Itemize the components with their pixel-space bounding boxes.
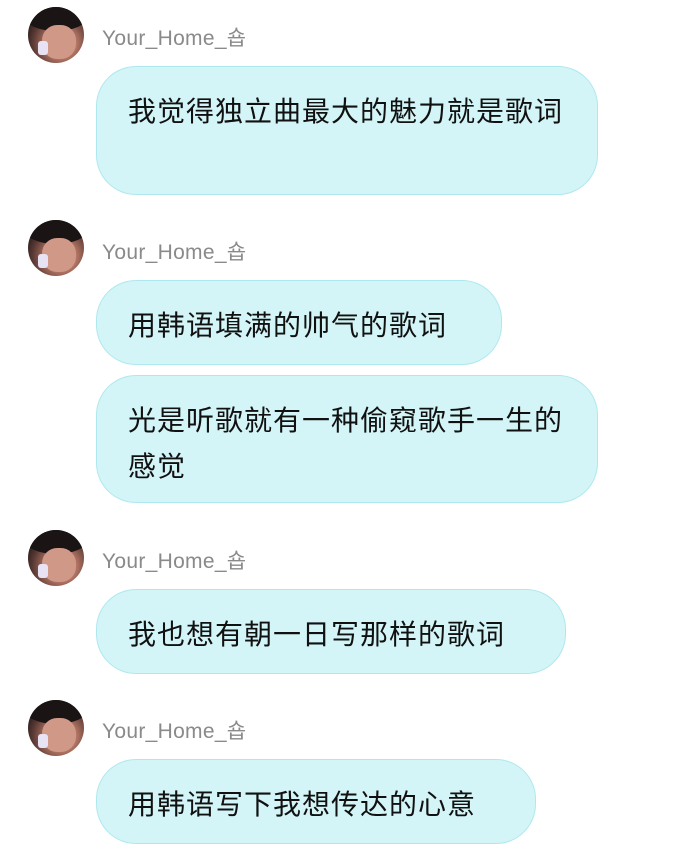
avatar[interactable]: [28, 700, 84, 756]
avatar[interactable]: [28, 7, 84, 63]
message-bubble[interactable]: 光是听歌就有一种偷窥歌手一生的感觉: [96, 375, 598, 503]
avatar[interactable]: [28, 220, 84, 276]
avatar-accent: [38, 564, 48, 578]
avatar-accent: [38, 254, 48, 268]
message-bubble[interactable]: 用韩语写下我想传达的心意: [96, 759, 536, 844]
avatar[interactable]: [28, 530, 84, 586]
sender-name: Your_Home_숍: [102, 550, 247, 573]
message-bubble[interactable]: 我也想有朝一日写那样的歌词: [96, 589, 566, 674]
sender-name: Your_Home_숍: [102, 241, 247, 264]
message-bubble[interactable]: 用韩语填满的帅气的歌词: [96, 280, 502, 365]
sender-name: Your_Home_숍: [102, 27, 247, 50]
avatar-accent: [38, 41, 48, 55]
avatar-accent: [38, 734, 48, 748]
message-bubble[interactable]: 我觉得独立曲最大的魅力就是歌词: [96, 66, 598, 195]
sender-name: Your_Home_숍: [102, 720, 247, 743]
